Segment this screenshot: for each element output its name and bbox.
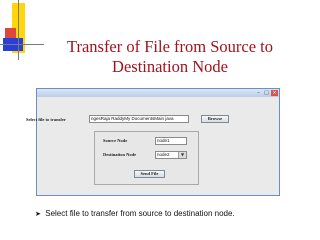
decorative-vertical-line bbox=[18, 0, 19, 60]
file-path-field[interactable]: ngesRaja RaddyMy DocumentsMain java bbox=[89, 115, 189, 123]
destination-node-select[interactable]: node2 ▼ bbox=[155, 151, 187, 159]
chevron-down-icon[interactable]: ▼ bbox=[178, 152, 186, 158]
decorative-horizontal-line bbox=[0, 44, 44, 45]
slide-title-line-2: Destination Node bbox=[112, 57, 228, 76]
select-file-label: Select file to transfer bbox=[26, 117, 66, 122]
send-file-button[interactable]: Send File bbox=[134, 170, 165, 178]
window-titlebar[interactable]: – □ × bbox=[37, 89, 279, 97]
slide-title: Transfer of File from Source to Destinat… bbox=[40, 37, 300, 77]
destination-node-label: Destination Node bbox=[103, 152, 137, 157]
minimize-icon[interactable]: – bbox=[255, 90, 262, 96]
maximize-icon[interactable]: □ bbox=[263, 90, 270, 96]
destination-node-value: node2 bbox=[157, 152, 170, 157]
arrow-bullet-icon: ➤ bbox=[35, 210, 41, 218]
bullet-text: Select file to transfer from source to d… bbox=[45, 209, 235, 218]
bullet-item: ➤ Select file to transfer from source to… bbox=[35, 208, 235, 220]
close-icon[interactable]: × bbox=[271, 90, 278, 96]
browse-button[interactable]: Browse bbox=[201, 115, 229, 123]
source-node-label: Source Node bbox=[103, 138, 128, 143]
source-node-field[interactable]: node1 bbox=[155, 137, 187, 145]
slide-title-line-1: Transfer of File from Source to bbox=[66, 37, 274, 56]
